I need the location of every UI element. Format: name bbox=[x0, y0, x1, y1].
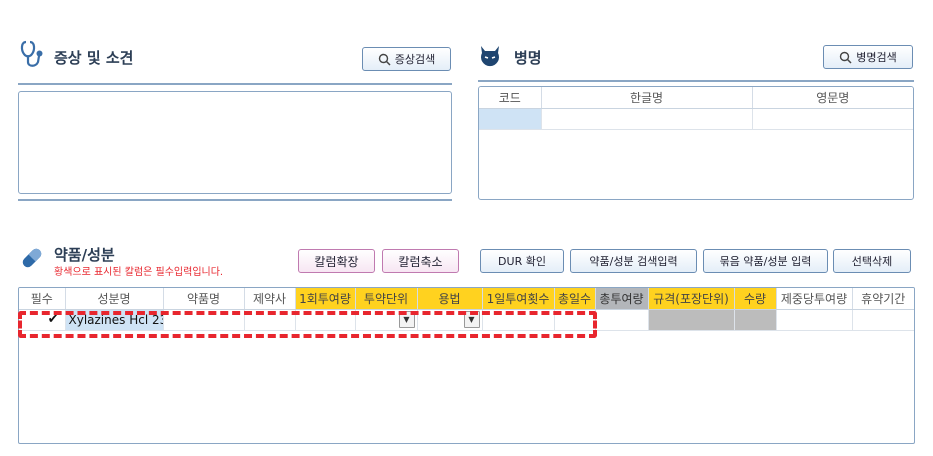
devil-icon bbox=[478, 44, 502, 68]
disease-input-row[interactable] bbox=[479, 108, 913, 130]
search-icon bbox=[840, 51, 852, 64]
column-collapse-button[interactable]: 칼럼축소 bbox=[382, 249, 459, 273]
disease-code-cell[interactable] bbox=[479, 108, 542, 130]
required-note: 황색으로 표시된 칼럼은 필수입력입니다. bbox=[54, 267, 224, 278]
col-package-spec[interactable]: 규격(포장단위) bbox=[648, 288, 735, 310]
package-spec-cell[interactable] bbox=[648, 309, 735, 331]
dur-check-button[interactable]: DUR 확인 bbox=[480, 249, 564, 273]
pill-icon bbox=[18, 244, 46, 272]
disease-english-cell[interactable] bbox=[752, 108, 913, 130]
col-daily-frequency[interactable]: 1일투여횟수 bbox=[482, 288, 555, 310]
quantity-cell[interactable] bbox=[734, 309, 777, 331]
stethoscope-icon bbox=[18, 40, 46, 70]
col-drug-name[interactable]: 약품명 bbox=[163, 288, 245, 310]
symptoms-title: 증상 및 소견 bbox=[54, 49, 134, 67]
symptoms-bottom-divider bbox=[18, 199, 452, 201]
dose-per-weight-cell[interactable] bbox=[776, 309, 853, 331]
col-total-dose[interactable]: 총투여량 bbox=[595, 288, 649, 310]
disease-table[interactable]: 코드 한글명 영문명 bbox=[478, 86, 914, 200]
delete-selected-button[interactable]: 선택삭제 bbox=[833, 249, 911, 273]
highlight-box bbox=[18, 311, 597, 338]
column-expand-button[interactable]: 칼럼확장 bbox=[298, 249, 375, 273]
total-dose-cell bbox=[595, 309, 649, 331]
bundle-drug-input-button[interactable]: 묶음 약품/성분 입력 bbox=[703, 249, 828, 273]
search-icon bbox=[378, 53, 391, 66]
disease-col-korean[interactable]: 한글명 bbox=[541, 87, 753, 109]
symptoms-textarea[interactable] bbox=[18, 91, 452, 194]
symptoms-divider bbox=[18, 83, 452, 85]
disease-korean-cell[interactable] bbox=[541, 108, 753, 130]
disease-search-button[interactable]: 병명검색 bbox=[823, 45, 913, 69]
symptom-search-label: 증상검색 bbox=[394, 53, 436, 66]
disease-divider bbox=[478, 80, 914, 82]
col-dose-unit[interactable]: 투약단위 bbox=[355, 288, 418, 310]
drugs-title: 약품/성분 bbox=[54, 246, 115, 264]
disease-col-code[interactable]: 코드 bbox=[479, 87, 542, 109]
col-quantity[interactable]: 수량 bbox=[734, 288, 777, 310]
withdrawal-period-cell[interactable] bbox=[852, 309, 914, 331]
disease-search-label: 병명검색 bbox=[856, 51, 897, 64]
col-ingredient[interactable]: 성분명 bbox=[65, 288, 164, 310]
drug-search-input-button[interactable]: 약품/성분 검색입력 bbox=[570, 249, 697, 273]
col-withdrawal-period[interactable]: 휴약기간 bbox=[852, 288, 914, 310]
col-manufacturer[interactable]: 제약사 bbox=[244, 288, 296, 310]
col-total-days[interactable]: 총일수 bbox=[554, 288, 596, 310]
disease-title: 병명 bbox=[514, 49, 542, 67]
col-dose-per-weight[interactable]: 제중당투여량 bbox=[776, 288, 853, 310]
symptom-search-button[interactable]: 증상검색 bbox=[362, 47, 451, 71]
col-required[interactable]: 필수 bbox=[19, 288, 66, 310]
col-single-dose[interactable]: 1회투여량 bbox=[295, 288, 356, 310]
disease-col-english[interactable]: 영문명 bbox=[752, 87, 913, 109]
col-usage[interactable]: 용법 bbox=[417, 288, 483, 310]
